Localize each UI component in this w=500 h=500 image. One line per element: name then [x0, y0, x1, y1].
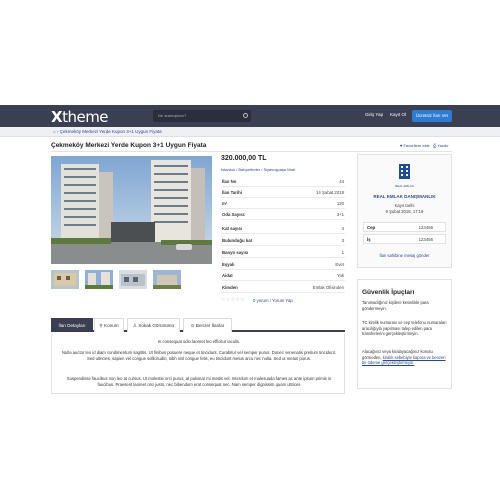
breadcrumb-item[interactable]: Çekmeköy Merkezi Yerde Kupon 3+1 Uygun F…	[60, 129, 162, 134]
page-title: Çekmeköy Merkezi Yerde Kupon 3+1 Uygun F…	[51, 142, 207, 149]
detail-row: Kat sayısı 4	[221, 223, 345, 234]
description-paragraph: Nulla auctor leo id diam condimentum sag…	[62, 350, 336, 361]
print-link[interactable]: ⎙ Yazdır	[433, 143, 449, 148]
home-icon[interactable]: ⌂	[53, 129, 56, 134]
thumbnail-photo[interactable]	[85, 270, 113, 289]
agent-logo[interactable]	[397, 163, 412, 185]
tab-street-view[interactable]: ♙ Sokak Görünümü	[127, 318, 180, 332]
tab-details[interactable]: İlan Detayları	[51, 318, 93, 332]
search-icon[interactable]	[243, 113, 248, 118]
detail-row: İlan Tarihi 14 Şubat 2018	[221, 187, 345, 198]
post-ad-button[interactable]: Ücretsiz İlan Ver	[412, 110, 452, 122]
detail-row: m² 120	[221, 198, 345, 209]
safety-tip: Tanımadığınız kişilere kesinlikle para g…	[362, 300, 429, 311]
detail-row: Kimden Emlak Ofisinden	[221, 282, 345, 293]
listing-price: 320.000,00 TL	[221, 155, 267, 162]
breadcrumb-content: ⌂ › Çekmeköy Merkezi Yerde Kupon 3+1 Uyg…	[53, 129, 162, 134]
detail-row: Aidat Yok	[221, 270, 345, 281]
listing-location[interactable]: İstanbul / Bahçelievler / Siyavuşpaşa Ma…	[221, 167, 296, 172]
site-logo[interactable]: Xtheme	[51, 108, 109, 126]
detail-row: Eşyalı Evet	[221, 259, 345, 270]
search-input[interactable]: Ne aramıştınız?	[153, 110, 251, 122]
agent-registered-date: 9 Şubat 2018, 17:19	[385, 209, 424, 214]
detail-row: İlan No 44	[221, 176, 345, 187]
detail-row: Banyo sayısı 1	[221, 247, 345, 258]
main-listing-photo[interactable]	[51, 156, 212, 264]
message-owner-link[interactable]: İlan sahibine mesaj gönder	[357, 253, 452, 258]
detail-row: Bulunduğu kat 3	[221, 235, 345, 246]
description-paragraph: In consequat odio laoreet leo efficitur …	[157, 339, 241, 344]
detail-row: Oda Sayısı: 3+1	[221, 209, 345, 220]
review-link[interactable]: 0 yorum / Yorum Yap	[253, 298, 293, 303]
agent-work-row: İş 123456	[363, 234, 446, 244]
search-placeholder: Ne aramıştınız?	[158, 113, 187, 118]
login-link[interactable]: Giriş Yap	[365, 112, 383, 117]
thumbnail-photo[interactable]	[119, 270, 147, 289]
agent-registered-label: Kayıt tarihi	[394, 203, 415, 208]
description-paragraph: Suspendisse faucibus non leo at cursus. …	[66, 376, 332, 387]
thumbnail-photo[interactable]	[51, 270, 79, 289]
safety-tip: Alacağınız veya kiralayacağınız konutu g…	[362, 349, 446, 366]
agent-phone-row: Cep 123456	[363, 222, 446, 232]
tab-similar-listings[interactable]: ⊙ Benzer İlanlar	[183, 318, 232, 332]
divider	[51, 151, 452, 152]
agent-name[interactable]: REAL EMLAK DANIŞMANLIK	[357, 194, 452, 199]
breadcrumb-separator: ›	[56, 129, 59, 134]
thumbnail-photo[interactable]	[153, 270, 181, 289]
favorite-link[interactable]: ♥ Favorilere ekle	[400, 143, 430, 148]
agent-logo-text: REAL EMLAK	[395, 184, 414, 188]
tab-location[interactable]: ⚲ Konum	[94, 318, 124, 332]
rating-stars[interactable]: ☆☆☆☆☆	[221, 297, 245, 303]
register-link[interactable]: Kayıt Ol	[390, 112, 406, 117]
safety-tip: TC kimlik numarası ve cep telefonu numar…	[362, 320, 447, 337]
safety-title: Güvenlik İpuçları	[362, 289, 415, 296]
